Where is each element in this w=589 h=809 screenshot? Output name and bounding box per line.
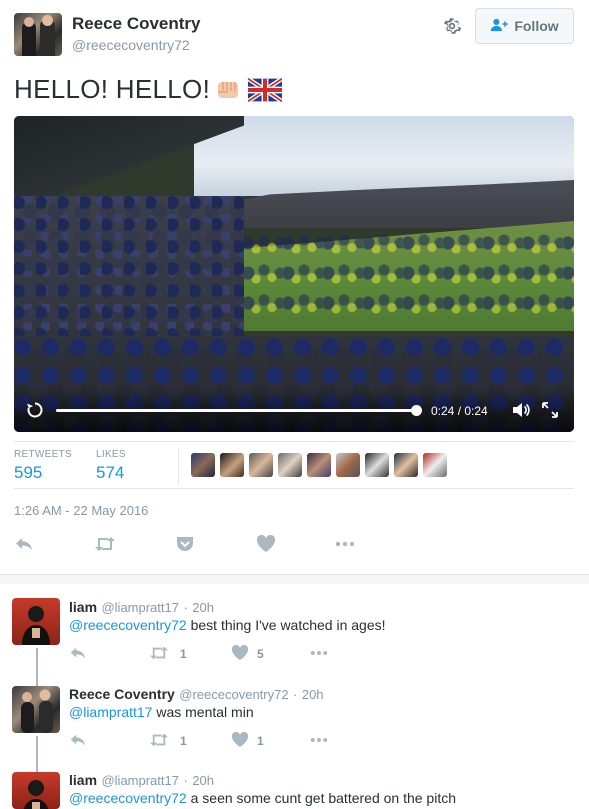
author-avatar[interactable]	[14, 13, 62, 56]
thread-line	[36, 648, 38, 686]
reply-mention[interactable]: @reececoventry72	[69, 617, 187, 633]
liker-avatar[interactable]	[191, 453, 215, 477]
heart-icon[interactable]	[231, 731, 251, 750]
reply-icon[interactable]	[14, 535, 34, 553]
reply-body: best thing I've watched in ages!	[186, 617, 386, 633]
retweet-icon[interactable]	[94, 535, 115, 553]
likes-count[interactable]: 574	[96, 463, 124, 483]
reply-author-name[interactable]: liam	[69, 599, 97, 615]
gear-icon[interactable]	[441, 15, 463, 37]
retweets-label: RETWEETS	[14, 449, 72, 460]
video-progress-handle[interactable]	[411, 405, 422, 416]
volume-icon[interactable]	[512, 402, 530, 418]
reply-mention[interactable]: @liampratt17	[69, 704, 152, 720]
add-user-icon	[490, 18, 509, 35]
heart-icon[interactable]	[256, 534, 276, 553]
liker-avatar[interactable]	[220, 453, 244, 477]
pocket-icon[interactable]	[175, 535, 195, 553]
more-icon[interactable]	[335, 535, 355, 553]
liker-avatar[interactable]	[336, 453, 360, 477]
liker-avatar[interactable]	[307, 453, 331, 477]
reply-icon[interactable]	[69, 732, 89, 750]
follow-button[interactable]: Follow	[475, 8, 574, 44]
reply-avatar[interactable]	[12, 686, 60, 733]
uk-flag-icon	[246, 76, 284, 103]
author-name[interactable]: Reece Coventry	[72, 14, 201, 34]
reply-age[interactable]: 20h	[192, 773, 214, 788]
video-time: 0:24 / 0:24	[431, 404, 488, 418]
reply-like-count: 1	[257, 734, 264, 748]
reply-text: @reececoventry72 a seen some cunt get ba…	[69, 790, 456, 806]
reply-header: liam @liampratt17 · 20h	[69, 772, 214, 788]
reply-author-handle[interactable]: @liampratt17	[101, 600, 179, 615]
author-handle[interactable]: @reececoventry72	[72, 37, 190, 53]
reply-author-handle[interactable]: @reececoventry72	[179, 687, 288, 702]
liker-avatar[interactable]	[423, 453, 447, 477]
reply-avatar[interactable]	[12, 772, 60, 809]
reply-header: liam @liampratt17 · 20h	[69, 599, 214, 615]
liker-avatar[interactable]	[278, 453, 302, 477]
replies-separator	[0, 574, 589, 584]
retweet-icon[interactable]	[149, 732, 169, 750]
reply-retweet-count: 1	[180, 647, 187, 661]
reply-header: Reece Coventry @reececoventry72 · 20h	[69, 686, 324, 702]
fullscreen-icon[interactable]	[542, 402, 558, 418]
retweet-icon[interactable]	[149, 645, 169, 663]
reply-author-handle[interactable]: @liampratt17	[101, 773, 179, 788]
divider	[14, 441, 574, 442]
video-progress-fill	[56, 409, 416, 412]
follow-label: Follow	[514, 18, 559, 34]
liker-avatar[interactable]	[249, 453, 273, 477]
fist-emoji-icon	[214, 78, 242, 102]
retweets-count[interactable]: 595	[14, 463, 42, 483]
reply-age[interactable]: 20h	[192, 600, 214, 615]
reply-author-name[interactable]: liam	[69, 772, 97, 788]
more-icon[interactable]	[309, 732, 329, 750]
reply-icon[interactable]	[69, 645, 89, 663]
reply-text: @liampratt17 was mental min	[69, 704, 254, 720]
replay-icon[interactable]	[26, 401, 44, 419]
divider	[14, 488, 574, 489]
reply-avatar[interactable]	[12, 598, 60, 645]
thread-line	[36, 736, 38, 772]
reply-author-name[interactable]: Reece Coventry	[69, 686, 175, 702]
reply-text: @reececoventry72 best thing I've watched…	[69, 617, 386, 633]
stats-separator	[178, 448, 179, 484]
liker-avatar[interactable]	[394, 453, 418, 477]
likes-label: LIKES	[96, 449, 126, 460]
video-player[interactable]	[14, 116, 574, 432]
tweet-text-content: HELLO! HELLO!	[14, 74, 211, 104]
heart-icon[interactable]	[231, 644, 251, 663]
reply-age[interactable]: 20h	[302, 687, 324, 702]
reply-retweet-count: 1	[180, 734, 187, 748]
reply-body: was mental min	[152, 704, 254, 720]
more-icon[interactable]	[309, 645, 329, 663]
reply-body: a seen some cunt get battered on the pit…	[186, 790, 457, 806]
tweet-timestamp: 1:26 AM - 22 May 2016	[14, 503, 149, 518]
reply-like-count: 5	[257, 647, 264, 661]
liker-avatar[interactable]	[365, 453, 389, 477]
tweet-text: HELLO! HELLO!	[14, 74, 284, 105]
reply-mention[interactable]: @reececoventry72	[69, 790, 187, 806]
